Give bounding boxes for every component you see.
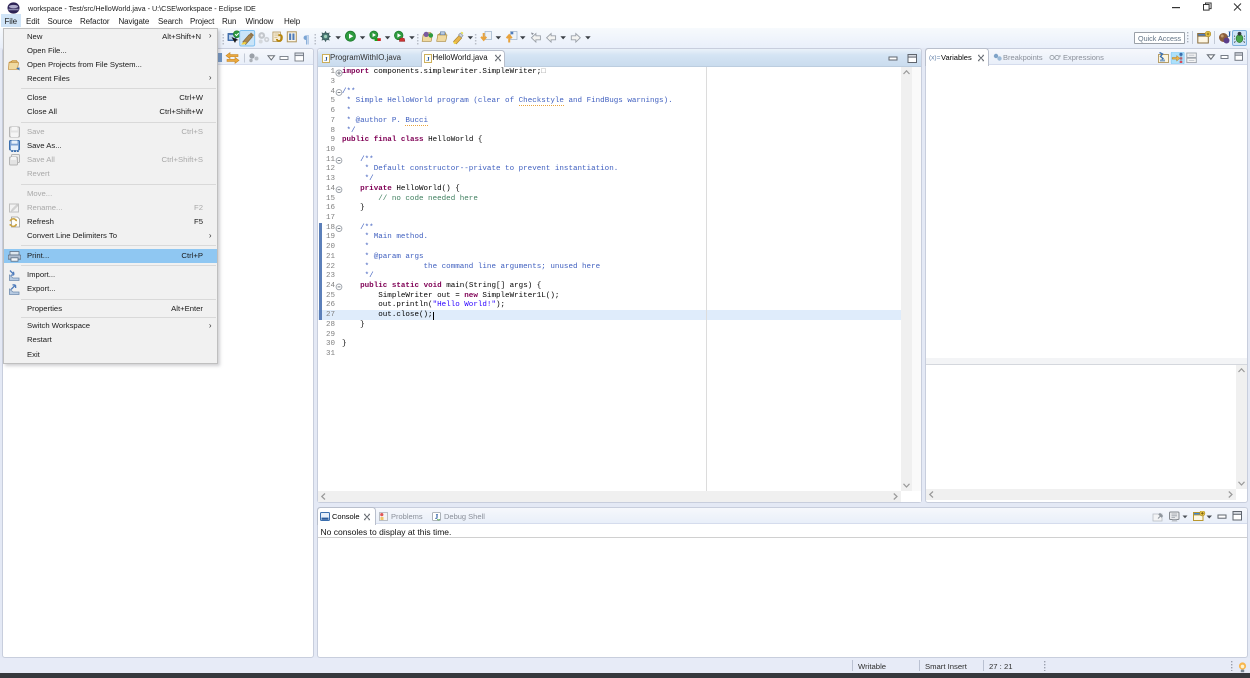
svg-text:¶: ¶: [303, 32, 309, 46]
svg-text:J: J: [1227, 31, 1231, 39]
svg-text:(x)=: (x)=: [929, 55, 941, 62]
